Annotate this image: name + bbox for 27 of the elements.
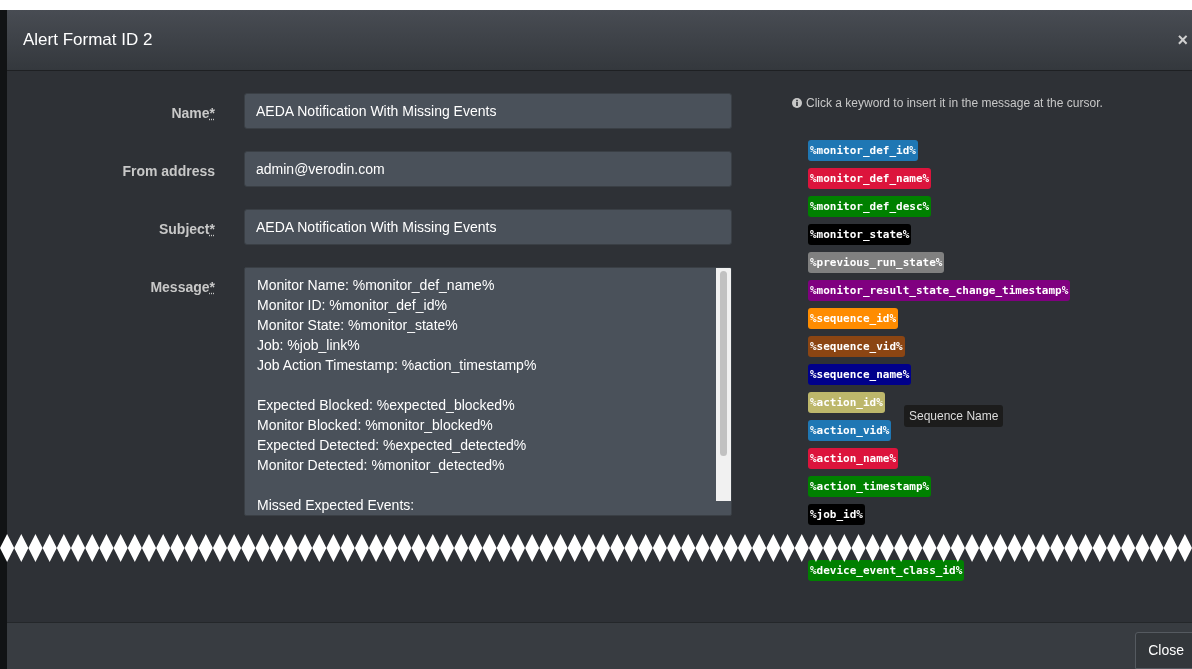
- field-label: Name*: [171, 105, 215, 121]
- field-label: From address: [122, 163, 215, 179]
- keyword-badge[interactable]: %monitor_result_state_change_timestamp%: [808, 280, 1071, 301]
- keyword-badge[interactable]: %previous_run_state%: [808, 252, 945, 273]
- info-icon: [792, 98, 802, 108]
- keyword-badge[interactable]: %device_event_class_id%: [808, 560, 965, 581]
- keyword-badge[interactable]: %action_name%: [808, 448, 899, 469]
- hint-text: Click a keyword to insert it in the message at the cursor.: [806, 95, 1103, 112]
- message-field[interactable]: Monitor Name: %monitor_def_name% Monitor ID: %monitor_def_id% Monitor State: %monitor_state% Job: %job_link% Job Action Timestamp: %action_timestamp% Expected Blocked: %expected_blocked% Monitor Blocked: %monitor_blocked% Expected Detected: %expected_detected% Monitor Detected: %monitor_detected% Missed Expected Events:: [244, 267, 732, 516]
- keyword-badge[interactable]: %monitor_def_desc%: [808, 196, 932, 217]
- dialog-title: Alert Format ID 2: [23, 29, 153, 52]
- keyword-badge[interactable]: %action_timestamp%: [808, 476, 932, 497]
- keyword-badge[interactable]: %monitor_def_id%: [808, 140, 918, 161]
- tooltip: Sequence Name: [904, 405, 1004, 427]
- keyword-badge[interactable]: %action_vid%: [808, 420, 892, 441]
- keyword-badge[interactable]: %monitor_state%: [808, 224, 912, 245]
- keyword-badge[interactable]: %monitor_def_name%: [808, 168, 932, 189]
- keyword-badge[interactable]: %sequence_vid%: [808, 336, 905, 357]
- field-label: Subject*: [158, 221, 215, 237]
- text-field[interactable]: admin@verodin.com: [244, 151, 732, 187]
- keyword-badge[interactable]: %sequence_name%: [808, 364, 912, 385]
- scrollbar[interactable]: [716, 268, 731, 501]
- text-field[interactable]: AEDA Notification With Missing Events: [244, 93, 732, 129]
- text-field[interactable]: AEDA Notification With Missing Events: [244, 209, 732, 245]
- close-button[interactable]: Close: [1135, 632, 1192, 669]
- keyword-badge[interactable]: %job_id%: [808, 504, 865, 525]
- field-label: Message*: [150, 279, 215, 295]
